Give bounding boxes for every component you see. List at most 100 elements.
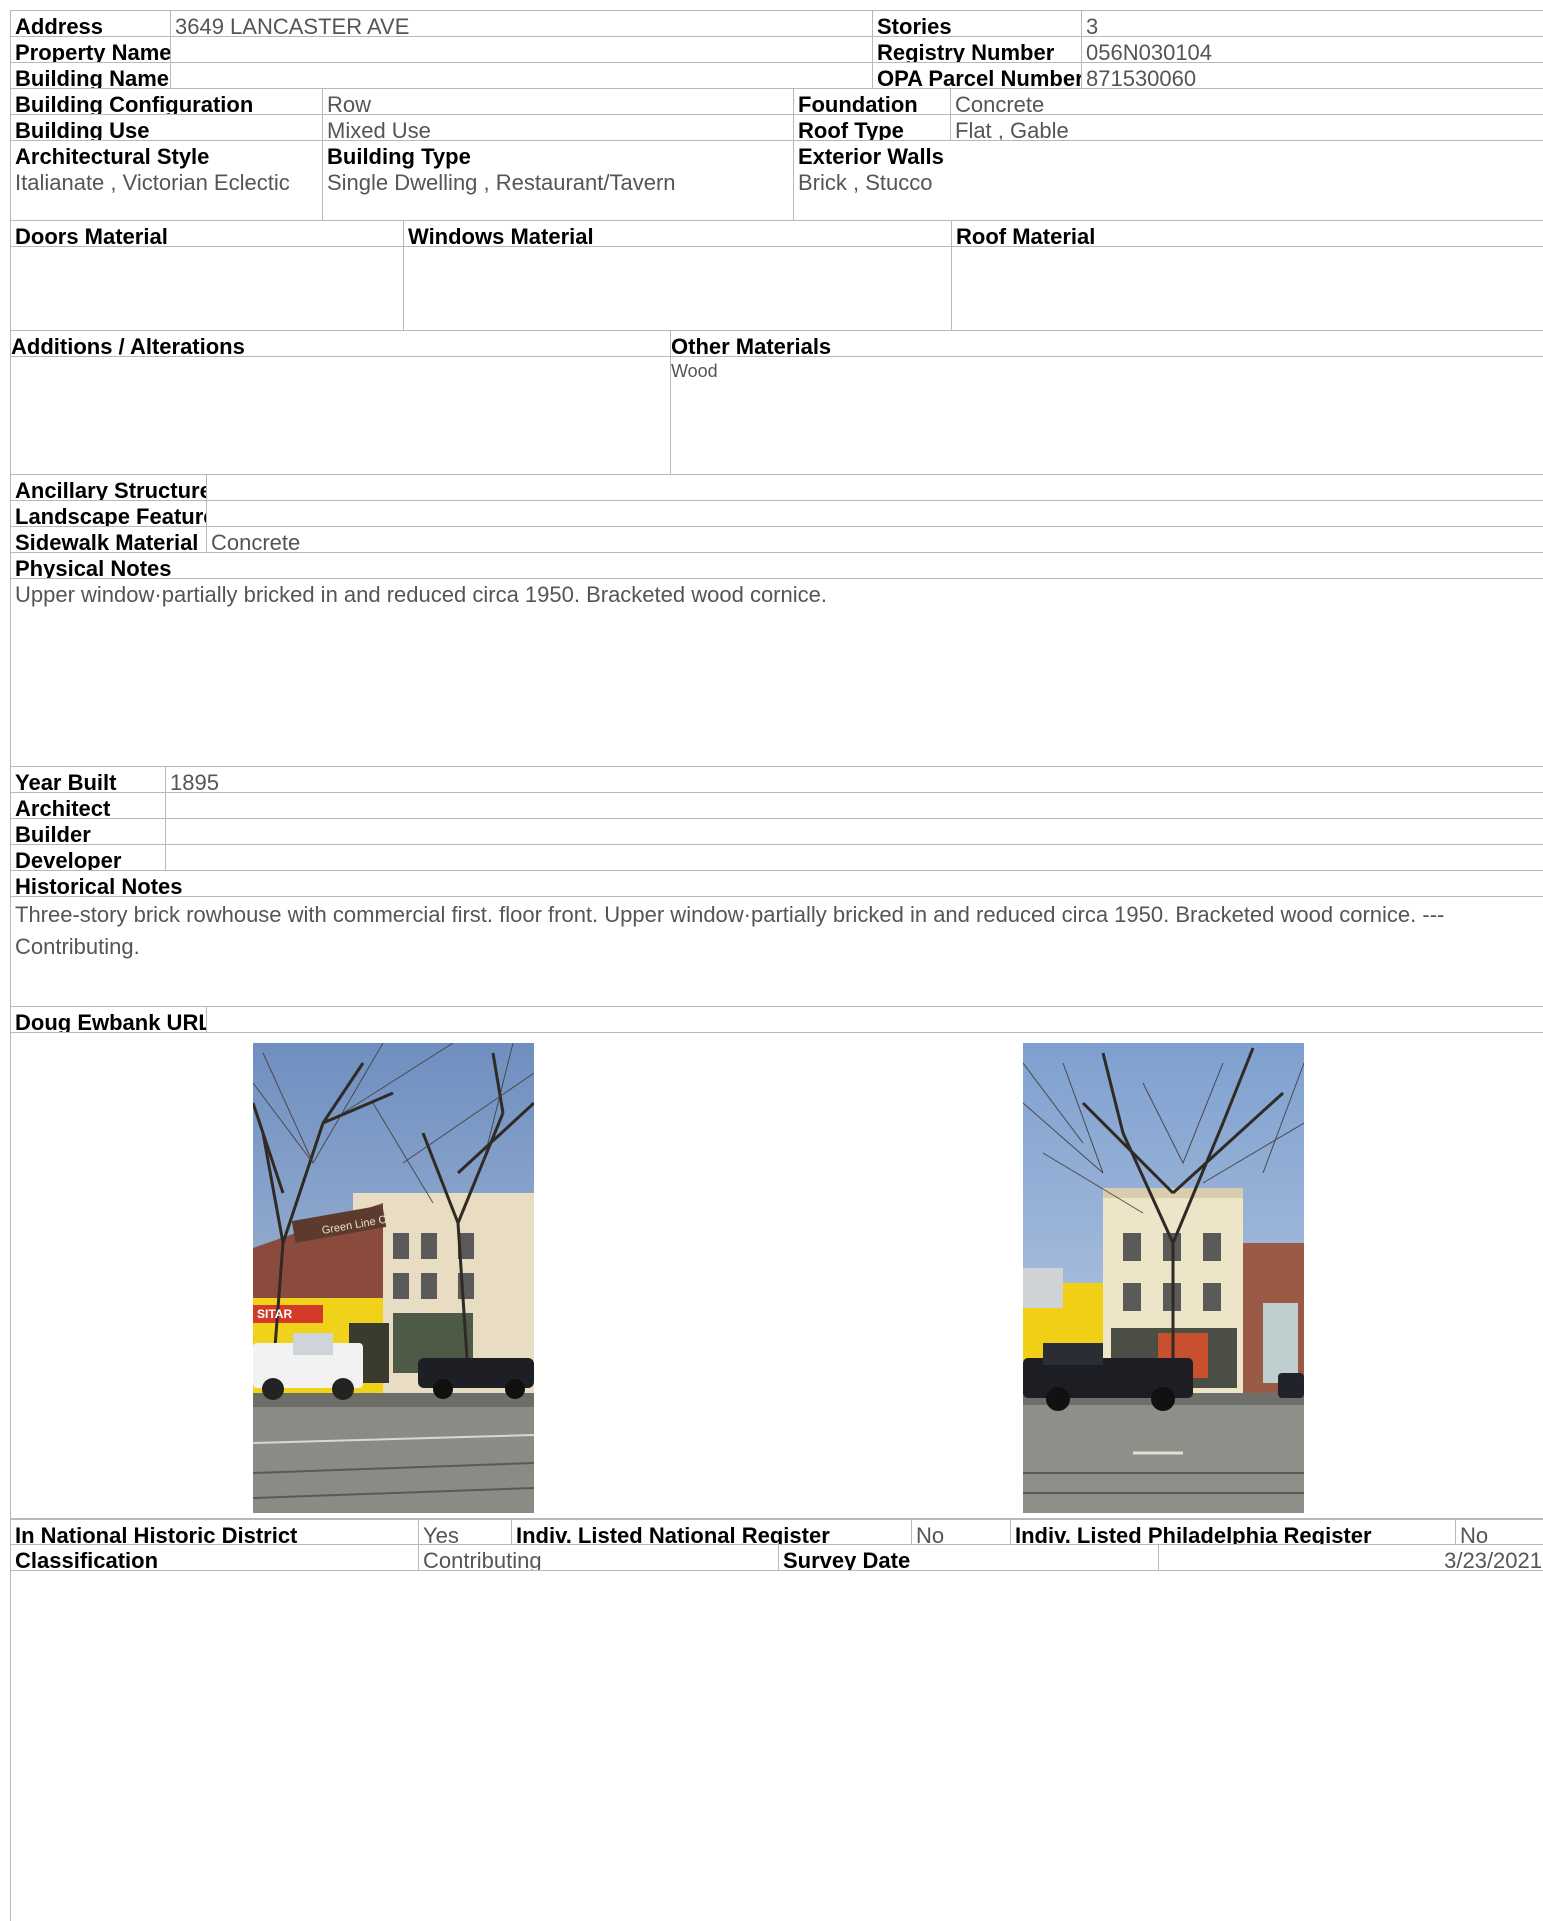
sidewalk-label: Sidewalk Material <box>11 527 207 552</box>
address-value: 3649 LANCASTER AVE <box>171 11 873 36</box>
foundation-value: Concrete <box>955 92 1045 114</box>
row-building-use: Building Use Mixed Use Roof Type Flat , … <box>11 115 1543 141</box>
building-name-label: Building Name <box>11 63 171 88</box>
row-year-built: Year Built 1895 <box>11 767 1543 793</box>
row-historical-notes-header: Historical Notes <box>11 871 1543 897</box>
national-register-value: No <box>912 1520 1011 1544</box>
roof-type-label: Roof Type <box>794 115 951 140</box>
photos-area <box>11 1033 1543 1518</box>
architect-label: Architect <box>11 793 166 818</box>
stories-value: 3 <box>1086 14 1099 36</box>
building-use-value: Mixed Use <box>323 115 794 140</box>
developer-label: Developer <box>11 845 166 870</box>
national-register-label: Indiv. Listed National Register <box>512 1520 912 1544</box>
roof-material-cell: Roof Material <box>952 221 1543 330</box>
building-type-cell: Building Type Single Dwelling , Restaura… <box>323 141 794 220</box>
row-ancillary: Ancillary Structures <box>11 475 1543 501</box>
opa-parcel-label: OPA Parcel Number <box>873 63 1082 88</box>
architect-value <box>166 793 1543 818</box>
row-photos <box>11 1033 1543 1519</box>
builder-label: Builder <box>11 819 166 844</box>
building-configuration-value: Row <box>323 89 794 114</box>
developer-value <box>166 845 1543 870</box>
doors-material-cell: Doors Material <box>11 221 404 330</box>
year-built-value: 1895 <box>170 770 219 792</box>
registry-number-value: 056N030104 <box>1086 40 1213 62</box>
foundation-label: Foundation <box>794 89 951 114</box>
windows-material-cell: Windows Material <box>404 221 952 330</box>
street-photo-front-image <box>1023 1043 1304 1513</box>
historical-notes-label: Historical Notes <box>15 874 183 896</box>
row-building-configuration: Building Configuration Row Foundation Co… <box>11 89 1543 115</box>
philadelphia-register-value: No <box>1460 1523 1489 1544</box>
exterior-walls-label: Exterior Walls <box>798 144 944 169</box>
stories-label: Stories <box>873 11 1082 36</box>
row-building-name: Building Name OPA Parcel Number 87153006… <box>11 63 1543 89</box>
architectural-style-value: Italianate , Victorian Eclectic <box>15 170 290 195</box>
landscape-label: Landscape Features <box>11 501 207 526</box>
national-district-label: In National Historic District <box>11 1520 419 1544</box>
philadelphia-register-label: Indiv. Listed Philadelphia Register <box>1011 1520 1456 1544</box>
physical-notes-value: Upper window·partially bricked in and re… <box>15 582 827 607</box>
building-type-value: Single Dwelling , Restaurant/Tavern <box>327 170 676 195</box>
street-photo-front <box>1023 1043 1304 1513</box>
row-physical-notes-header: Physical Notes <box>11 553 1543 579</box>
street-photo-angled-image: Green Line Cafe SITAR <box>253 1043 534 1513</box>
windows-material-label: Windows Material <box>404 221 951 249</box>
property-survey-form: Address 3649 LANCASTER AVE Stories 3 Pro… <box>10 10 1543 1921</box>
opa-parcel-value: 871530060 <box>1086 66 1197 88</box>
property-name-label: Property Name <box>11 37 171 62</box>
national-district-value: Yes <box>419 1520 512 1544</box>
physical-notes-label: Physical Notes <box>15 556 172 578</box>
architectural-style-label: Architectural Style <box>15 144 210 169</box>
row-developer: Developer <box>11 845 1543 871</box>
doug-ewbank-url[interactable] <box>207 1007 1543 1032</box>
row-builder: Builder <box>11 819 1543 845</box>
row-architect: Architect <box>11 793 1543 819</box>
builder-value <box>166 819 1543 844</box>
row-classification: Classification Contributing Survey Date … <box>11 1545 1543 1571</box>
row-property-name: Property Name Registry Number 056N030104 <box>11 37 1543 63</box>
other-materials-label: Other Materials <box>671 331 1543 359</box>
doug-ewbank-label: Doug Ewbank URL <box>11 1007 207 1032</box>
address-label: Address <box>11 11 171 36</box>
additions-cell: Additions / Alterations <box>11 331 671 474</box>
building-name-value <box>171 63 873 88</box>
classification-value: Contributing <box>419 1545 779 1570</box>
row-materials: Doors Material Windows Material Roof Mat… <box>11 221 1543 331</box>
ancillary-label: Ancillary Structures <box>11 475 207 500</box>
doors-material-label: Doors Material <box>11 221 403 249</box>
roof-type-value: Flat , Gable <box>955 118 1069 140</box>
year-built-label: Year Built <box>11 767 166 792</box>
other-materials-value: Wood <box>671 361 718 381</box>
row-registers: In National Historic District Yes Indiv.… <box>11 1519 1543 1545</box>
sidewalk-value: Concrete <box>211 530 301 552</box>
exterior-walls-cell: Exterior Walls Brick , Stucco <box>794 141 1543 220</box>
historical-notes-value: Three-story brick rowhouse with commerci… <box>15 902 1445 959</box>
architectural-style-cell: Architectural Style Italianate , Victori… <box>11 141 323 220</box>
building-type-label: Building Type <box>327 144 471 169</box>
street-photo-angled: Green Line Cafe SITAR <box>253 1043 534 1513</box>
row-additions-other: Additions / Alterations Other Materials … <box>11 331 1543 475</box>
registry-number-label: Registry Number <box>873 37 1082 62</box>
row-historical-notes: Three-story brick rowhouse with commerci… <box>11 897 1543 1007</box>
row-address: Address 3649 LANCASTER AVE Stories 3 <box>11 11 1543 37</box>
other-materials-cell: Other Materials Wood <box>671 331 1543 474</box>
row-doug-ewbank: Doug Ewbank URL <box>11 1007 1543 1033</box>
additions-label: Additions / Alterations <box>11 331 670 359</box>
row-landscape: Landscape Features <box>11 501 1543 527</box>
classification-label: Classification <box>11 1545 419 1570</box>
survey-date-value: 3/23/2021 <box>1444 1548 1542 1570</box>
exterior-walls-value: Brick , Stucco <box>798 170 933 195</box>
row-style-type-walls: Architectural Style Italianate , Victori… <box>11 141 1543 221</box>
row-physical-notes: Upper window·partially bricked in and re… <box>11 579 1543 767</box>
building-configuration-label: Building Configuration <box>11 89 323 114</box>
roof-material-label: Roof Material <box>952 221 1543 249</box>
ancillary-value <box>207 475 1543 500</box>
building-use-label: Building Use <box>11 115 323 140</box>
survey-date-label: Survey Date <box>779 1545 1159 1570</box>
row-sidewalk: Sidewalk Material Concrete <box>11 527 1543 553</box>
photo-sign-sitar: SITAR <box>257 1307 292 1321</box>
property-name-value <box>171 37 873 62</box>
landscape-value <box>207 501 1543 526</box>
